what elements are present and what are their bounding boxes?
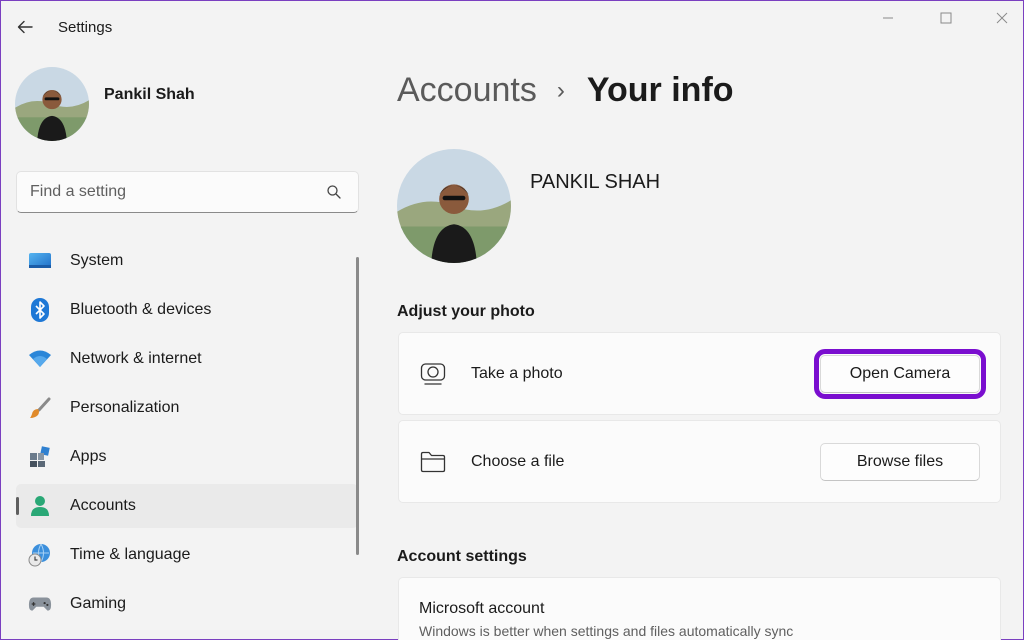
sidebar-item-label: Network & internet	[70, 350, 202, 367]
browse-files-button[interactable]: Browse files	[820, 442, 980, 481]
sidebar-item-system[interactable]: System	[16, 239, 358, 283]
profile-photo-icon	[397, 149, 511, 263]
sidebar-item-label: Personalization	[70, 399, 180, 416]
sidebar-item-network[interactable]: Network & internet	[16, 337, 358, 381]
take-photo-card: Take a photo Open Camera	[398, 332, 1001, 415]
user-avatar-large	[397, 149, 511, 263]
app-title: Settings	[58, 19, 113, 36]
back-arrow-icon	[17, 20, 33, 34]
profile-name: Pankil Shah	[104, 86, 195, 103]
close-icon	[996, 12, 1008, 24]
folder-icon	[419, 448, 447, 476]
person-icon	[28, 494, 52, 518]
breadcrumb-parent[interactable]: Accounts	[397, 71, 537, 110]
account-settings-heading: Account settings	[397, 548, 527, 565]
sidebar-item-label: System	[70, 252, 124, 269]
minimize-icon	[883, 17, 893, 19]
sidebar-item-gaming[interactable]: Gaming	[16, 582, 358, 626]
back-button[interactable]	[13, 15, 37, 39]
sidebar-scrollbar[interactable]	[356, 257, 359, 555]
chevron-right-icon: ›	[556, 76, 565, 104]
choose-file-card: Choose a file Browse files	[398, 420, 1001, 503]
choose-file-label: Choose a file	[471, 452, 565, 470]
user-display-name: PANKIL SHAH	[530, 171, 661, 193]
page-title: Your info	[586, 71, 734, 109]
sidebar-item-apps[interactable]: Apps	[16, 435, 358, 479]
sidebar-item-bluetooth[interactable]: Bluetooth & devices	[16, 288, 358, 332]
bluetooth-icon	[28, 298, 52, 322]
camera-icon	[419, 360, 447, 388]
globe-clock-icon	[28, 543, 52, 567]
search-input[interactable]	[17, 172, 322, 212]
close-button[interactable]	[987, 7, 1017, 29]
sidebar-item-label: Accounts	[70, 497, 136, 514]
sidebar-item-time-language[interactable]: Time & language	[16, 533, 358, 577]
search-icon[interactable]	[322, 180, 346, 204]
maximize-button[interactable]	[931, 7, 961, 29]
sidebar-item-label: Bluetooth & devices	[70, 301, 212, 318]
sidebar-item-label: Gaming	[70, 595, 127, 612]
gamepad-icon	[28, 592, 52, 616]
adjust-photo-heading: Adjust your photo	[397, 303, 535, 320]
sidebar-profile[interactable]: Pankil Shah	[15, 67, 195, 141]
sidebar-item-label: Time & language	[70, 546, 191, 563]
minimize-button[interactable]	[873, 7, 903, 29]
search-box[interactable]	[16, 171, 359, 213]
monitor-icon	[28, 249, 52, 273]
microsoft-account-title: Microsoft account	[419, 600, 545, 617]
open-camera-button[interactable]: Open Camera	[814, 348, 986, 399]
breadcrumb: Accounts › Your info	[397, 71, 734, 110]
title-bar: Settings	[1, 1, 1024, 55]
sidebar-nav: System Bluetooth & devices Network & int…	[16, 239, 358, 631]
sidebar-item-accounts[interactable]: Accounts	[16, 484, 358, 528]
microsoft-account-card[interactable]: Microsoft account Windows is better when…	[398, 577, 1001, 640]
sidebar-item-personalization[interactable]: Personalization	[16, 386, 358, 430]
wifi-icon	[28, 347, 52, 371]
settings-window: Settings Pankil Shah Find a setting Syst…	[0, 0, 1024, 640]
sidebar-item-label: Apps	[70, 448, 107, 465]
maximize-icon	[940, 12, 952, 24]
paintbrush-icon	[28, 396, 52, 420]
apps-icon	[28, 445, 52, 469]
avatar	[15, 67, 89, 141]
take-photo-label: Take a photo	[471, 364, 563, 382]
microsoft-account-description: Windows is better when settings and file…	[419, 623, 794, 639]
profile-photo-icon	[15, 67, 89, 141]
